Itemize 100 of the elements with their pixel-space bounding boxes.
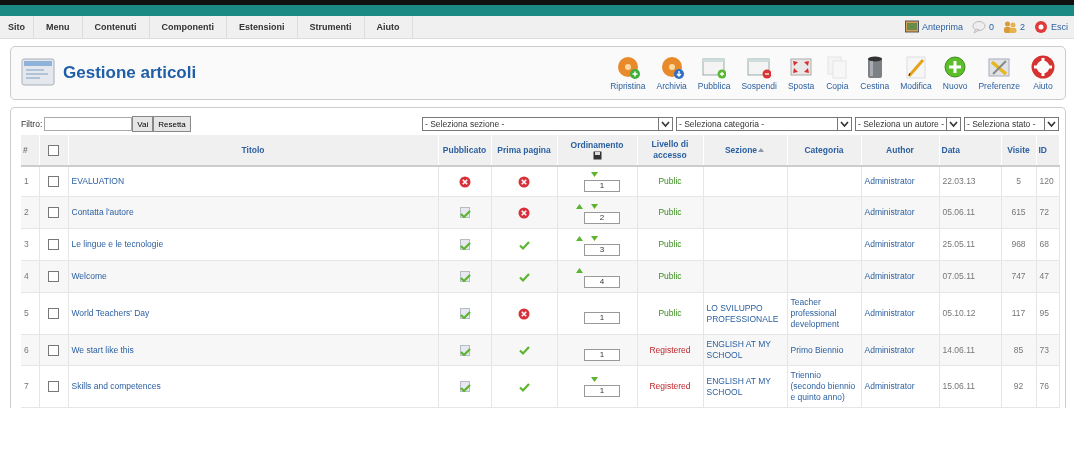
column-header[interactable]: Data [941,144,960,155]
row-checkbox[interactable] [48,381,59,393]
status-link[interactable]: Anteprima [921,22,963,32]
status-count[interactable]: 2 [1019,22,1025,32]
row-checkbox[interactable] [48,176,59,188]
author-link[interactable]: Administrator [864,271,915,281]
toolbar-button[interactable]: Aiuto [1027,55,1059,91]
access-level[interactable]: Public [658,176,682,186]
arrow-down-icon[interactable] [591,172,598,177]
article-title-link[interactable]: World Teachers' Day [71,308,150,318]
article-id: 120 [1039,176,1054,186]
document-check-icon[interactable] [458,271,471,283]
toolbar-button[interactable]: Sposta [783,55,819,91]
arrow-up-icon[interactable] [576,268,583,273]
toolbar-button[interactable]: Archivia [652,55,691,91]
toolbar-button[interactable]: Modifica [896,55,936,91]
sort-ascending-icon[interactable] [757,147,766,154]
order-field[interactable]: 1 [584,180,620,192]
filter-dropdown[interactable]: - Seleziona categoria - [676,117,852,131]
document-check-icon[interactable] [458,344,471,356]
power-icon[interactable] [1034,20,1048,34]
arrow-down-icon[interactable] [591,204,598,209]
hit-count: 968 [1011,239,1026,249]
menu-item[interactable]: Contenuti [82,16,150,38]
section-link[interactable]: ENGLISH AT MY SCHOOL [706,375,784,398]
menu-item[interactable]: Sito [0,16,34,38]
document-check-icon[interactable] [458,308,471,320]
status-link[interactable]: Esci [1051,22,1068,32]
author-link[interactable]: Administrator [864,207,915,217]
arrow-up-icon[interactable] [576,236,583,241]
document-check-icon[interactable] [458,381,471,393]
order-field[interactable]: 2 [584,212,620,224]
cross-circle-icon[interactable] [518,307,530,320]
toolbar-button[interactable]: Cestina [856,55,894,91]
menu-item[interactable]: Strumenti [297,16,365,38]
arrow-up-icon[interactable] [576,204,583,209]
article-title-link[interactable]: Contatta l'autore [71,207,134,217]
cross-circle-icon[interactable] [518,206,530,219]
hit-count: 615 [1011,207,1026,217]
row-checkbox[interactable] [48,344,59,356]
row-checkbox[interactable] [48,207,59,219]
author-link[interactable]: Administrator [864,239,915,249]
article-title-link[interactable]: Welcome [71,271,107,281]
row-checkbox[interactable] [48,271,59,283]
filter-dropdown[interactable]: - Seleziona un autore - [855,117,961,131]
access-level[interactable]: Public [658,308,682,318]
filter-field[interactable] [44,117,133,131]
order-field[interactable]: 4 [584,276,620,288]
cross-circle-icon[interactable] [458,175,471,188]
column-header[interactable]: Categoria [804,144,844,155]
column-header[interactable]: ID [1038,144,1047,155]
category-link[interactable]: Teacher professional development [790,297,858,330]
category-link[interactable]: Triennio (secondo biennio e quinto anno) [790,370,858,403]
users-icon[interactable] [1002,20,1017,34]
toolbar-button[interactable]: Sospendi [737,55,781,91]
toolbar-button[interactable]: Preferenze [974,55,1024,91]
speech-bubble-icon[interactable] [971,20,986,34]
article-title-link[interactable]: Skills and competences [71,381,161,391]
filter-button[interactable]: Resetta [153,116,191,132]
toolbar-button[interactable]: Pubblica [693,55,735,91]
order-field[interactable]: 1 [584,348,620,361]
section-link[interactable]: LO SVILUPPO PROFESSIONALE [706,302,784,325]
save-icon[interactable] [592,151,602,160]
filter-dropdown[interactable]: - Seleziona stato - [964,117,1059,131]
arrow-down-icon[interactable] [591,236,598,241]
toolbar-button[interactable]: Nuovo [938,55,972,91]
access-level[interactable]: Public [658,271,682,281]
order-field[interactable]: 3 [584,244,620,256]
article-title-link[interactable]: We start like this [71,344,134,355]
order-field[interactable]: 1 [584,385,620,397]
article-title-link[interactable]: EVALUATION [71,176,125,186]
window-plus-icon [702,55,727,79]
author-link[interactable]: Administrator [864,381,915,391]
status-count[interactable]: 0 [988,22,994,32]
arrow-down-icon[interactable] [591,377,598,382]
filter-button[interactable]: Vai [132,116,154,132]
document-check-icon[interactable] [458,207,471,219]
column-header[interactable]: Sezione [724,144,758,155]
check-icon[interactable] [517,344,531,356]
access-level[interactable]: Public [658,207,682,217]
menu-item[interactable]: Componenti [149,16,227,38]
row-checkbox[interactable] [48,239,59,251]
menu-item[interactable]: Estensioni [227,16,298,38]
article-title-link[interactable]: Le lingue e le tecnologie [71,239,164,249]
cross-circle-icon[interactable] [518,175,530,188]
order-field[interactable]: 1 [584,312,620,324]
column-header[interactable]: Titolo [241,144,265,155]
select-all-checkbox[interactable] [48,144,59,156]
toolbar-button[interactable]: Ripristina [606,55,650,91]
menu-item[interactable]: Menu [34,16,83,38]
author-link[interactable]: Administrator [864,176,915,186]
column-header[interactable]: Author [886,144,914,155]
document-check-icon[interactable] [458,239,471,251]
menu-item[interactable]: Aiuto [364,16,413,38]
author-link[interactable]: Administrator [864,308,915,318]
row-checkbox[interactable] [48,308,59,320]
filter-dropdown[interactable]: - Seleziona sezione - [422,117,673,131]
monitor-icon[interactable] [904,20,919,34]
access-level[interactable]: Public [658,239,682,249]
access-level[interactable]: Registered [649,381,691,391]
